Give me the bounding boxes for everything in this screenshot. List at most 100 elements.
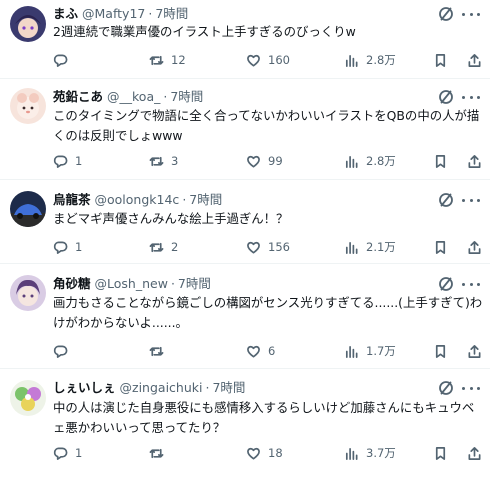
views-button[interactable]: 2.8万 [344,152,396,170]
like-count: 156 [268,240,290,254]
separator-dot: · [148,6,153,21]
tweet[interactable]: しぇいしぇ @zingaichuki · 7時間 中の人は演じた自身悪役にも感情… [0,370,490,478]
tweet[interactable]: まふ @Mafty17 · 7時間 2週連続で職業声優のイラスト上手すぎるのびっ… [0,0,490,79]
view-count: 2.8万 [366,154,396,168]
grok-icon[interactable] [438,6,454,22]
avatar[interactable] [10,275,46,311]
views-button[interactable]: 3.7万 [344,444,396,462]
user-handle[interactable]: @oolongk14c [95,191,180,209]
separator-dot: · [170,276,175,291]
view-count: 1.7万 [366,344,396,358]
view-count: 2.8万 [366,53,396,67]
reply-count: 1 [75,154,83,168]
more-options-icon[interactable] [462,192,480,208]
like-button[interactable]: 6 [246,342,275,360]
display-name[interactable]: 苑鉛こあ [53,88,103,106]
more-options-icon[interactable] [462,380,480,396]
retweet-count: 2 [171,240,179,254]
tweet-text: このタイミングで物語に全く合ってないかわいいイラストをQBの中の人が描くのは反則… [53,108,480,143]
display-name[interactable]: まふ [53,5,78,23]
timestamp[interactable]: 7時間 [155,5,188,23]
avatar[interactable] [10,88,46,124]
retweet-icon [149,448,164,458]
grok-icon[interactable] [438,380,454,396]
views-icon [345,54,358,67]
bookmark-button[interactable] [433,342,448,360]
bookmark-button[interactable] [433,444,448,462]
grok-icon[interactable] [438,192,454,208]
retweet-button[interactable]: 2 [149,238,178,256]
reply-icon [53,54,68,67]
like-button[interactable]: 156 [246,238,290,256]
bookmark-icon [435,240,446,254]
reply-button[interactable]: 1 [53,152,82,170]
more-options-icon[interactable] [462,6,480,22]
timestamp[interactable]: 7時間 [178,275,211,293]
share-button[interactable] [467,51,482,69]
user-handle[interactable]: @zingaichuki [120,379,203,397]
user-handle[interactable]: @__koa_ [107,88,160,106]
avatar[interactable] [10,6,46,42]
reply-button[interactable] [53,51,75,69]
reply-icon [53,155,68,168]
reply-button[interactable]: 1 [53,444,82,462]
share-button[interactable] [467,342,482,360]
separator-dot: · [205,380,210,395]
separator-dot: · [182,192,187,207]
like-count: 18 [268,446,283,460]
views-icon [345,241,358,254]
timestamp[interactable]: 7時間 [170,88,203,106]
avatar[interactable] [10,191,46,227]
separator-dot: · [163,89,168,104]
bookmark-icon [435,154,446,168]
tweet[interactable]: 烏龍茶 @oolongk14c · 7時間 まどマギ声優さんみんな絵上手過ぎん！… [0,181,490,264]
display-name[interactable]: しぇいしぇ [53,379,116,397]
bookmark-button[interactable] [433,152,448,170]
like-button[interactable]: 160 [246,51,290,69]
user-handle[interactable]: @Mafty17 [82,5,145,23]
reply-button[interactable]: 1 [53,238,82,256]
share-icon [468,344,481,358]
views-button[interactable]: 2.1万 [344,238,396,256]
tweet-header: まふ @Mafty17 · 7時間 [53,5,450,23]
view-count: 2.1万 [366,240,396,254]
retweet-button[interactable]: 12 [149,51,186,69]
retweet-button[interactable] [149,342,171,360]
reply-count: 1 [75,446,83,460]
avatar[interactable] [10,380,46,416]
tweet-header: しぇいしぇ @zingaichuki · 7時間 [53,379,450,397]
reply-button[interactable] [53,342,75,360]
timestamp[interactable]: 7時間 [212,379,245,397]
retweet-button[interactable] [149,444,171,462]
share-button[interactable] [467,152,482,170]
share-icon [468,53,481,67]
grok-icon[interactable] [438,276,454,292]
bookmark-button[interactable] [433,51,448,69]
like-button[interactable]: 18 [246,444,283,462]
views-button[interactable]: 2.8万 [344,51,396,69]
tweet-header: 苑鉛こあ @__koa_ · 7時間 [53,88,450,106]
tweet[interactable]: 角砂糖 @Losh_new · 7時間 画力もさることながら鏡ごしの構図がセンス… [0,265,490,369]
bookmark-button[interactable] [433,238,448,256]
tweet[interactable]: 苑鉛こあ @__koa_ · 7時間 このタイミングで物語に全く合ってないかわい… [0,80,490,180]
share-button[interactable] [467,444,482,462]
bookmark-icon [435,446,446,460]
display-name[interactable]: 烏龍茶 [53,191,91,209]
more-options-icon[interactable] [462,89,480,105]
retweet-count: 3 [171,154,179,168]
retweet-icon [149,346,164,356]
heart-icon [247,447,260,459]
grok-icon[interactable] [438,89,454,105]
heart-icon [247,54,260,66]
user-handle[interactable]: @Losh_new [95,275,168,293]
retweet-button[interactable]: 3 [149,152,178,170]
more-options-icon[interactable] [462,276,480,292]
heart-icon [247,241,260,253]
views-button[interactable]: 1.7万 [344,342,396,360]
share-button[interactable] [467,238,482,256]
like-button[interactable]: 99 [246,152,283,170]
tweet-actions: 12 160 2.8万 [53,51,485,69]
timestamp[interactable]: 7時間 [189,191,222,209]
share-icon [468,240,481,254]
display-name[interactable]: 角砂糖 [53,275,91,293]
